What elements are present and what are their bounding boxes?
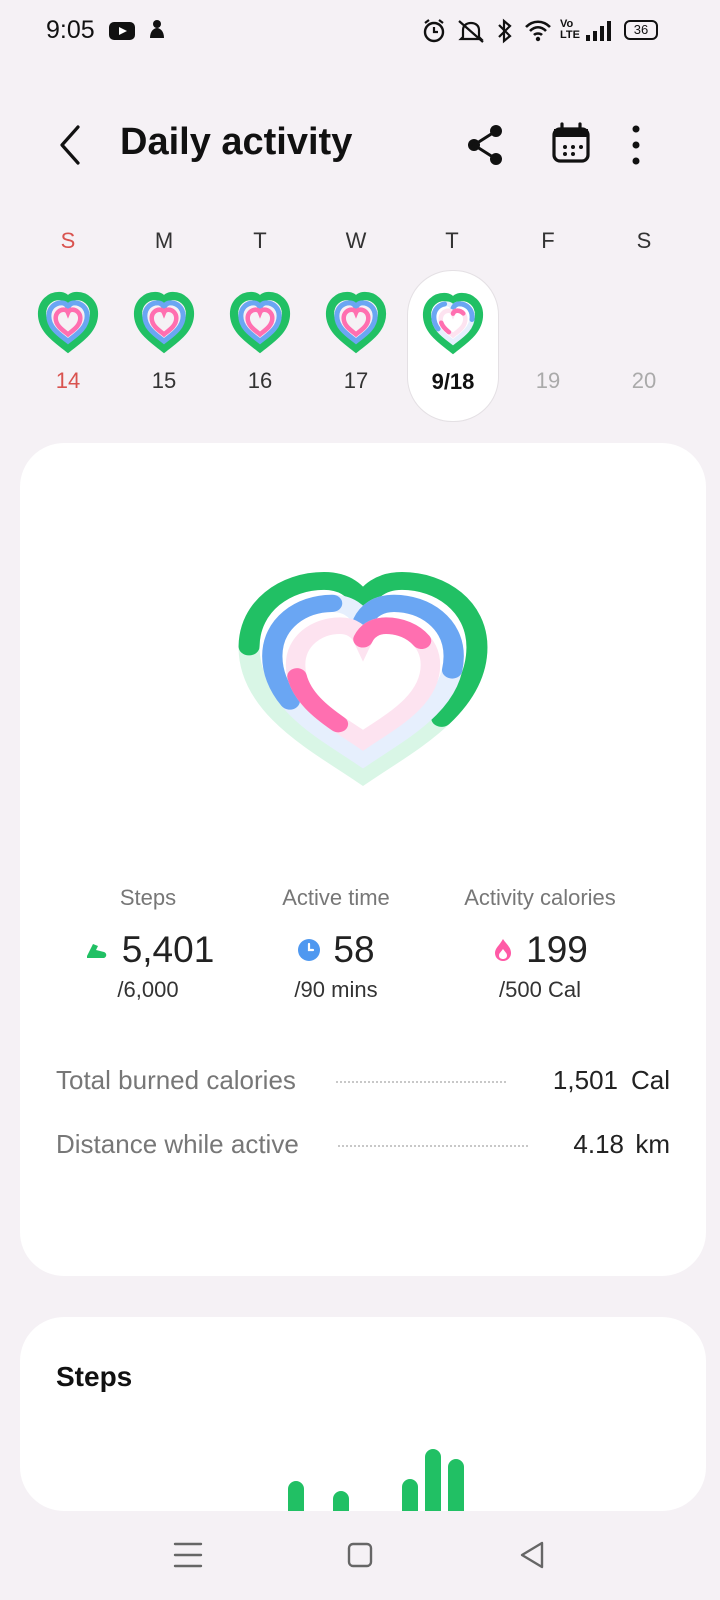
total-burned-row[interactable]: Total burned calories 1,501 Cal [56, 1061, 670, 1101]
day-number: 16 [247, 368, 273, 393]
alarm-icon [423, 19, 445, 43]
calories-goal: /500 Cal [499, 977, 581, 1002]
active-time-label: Active time [282, 885, 390, 910]
steps-stat[interactable]: Steps 5,401 /6,000 [68, 885, 228, 1003]
distance-label: Distance while active [56, 1129, 299, 1159]
total-burned-value: 1,501 [552, 1065, 618, 1095]
day-number: 14 [55, 368, 81, 393]
recent-apps-icon[interactable] [165, 1532, 211, 1578]
distance-row[interactable]: Distance while active 4.18 km [56, 1125, 670, 1165]
day-of-week-label: T [253, 228, 267, 253]
row-divider [336, 1081, 506, 1083]
day-4[interactable]: 9/18 [407, 270, 499, 422]
signal-icon [586, 21, 611, 41]
bluetooth-icon [498, 18, 512, 44]
steps-bar [288, 1481, 304, 1511]
mini-activity-heart-icon [32, 286, 104, 358]
page-title: Daily activity [120, 121, 353, 163]
steps-bar [425, 1449, 441, 1511]
youtube-icon [109, 22, 135, 40]
calories-label: Activity calories [464, 885, 616, 910]
total-burned-label: Total burned calories [56, 1065, 296, 1095]
day-2[interactable]: T 16 [215, 220, 305, 420]
home-icon[interactable] [337, 1532, 383, 1578]
mini-activity-heart-icon [417, 287, 489, 359]
back-icon[interactable] [52, 123, 92, 167]
calendar-icon[interactable] [548, 119, 600, 171]
day-of-week-label: S [60, 228, 76, 253]
share-icon[interactable] [460, 119, 512, 171]
day-5[interactable]: F 19 [503, 220, 593, 420]
more-icon[interactable] [616, 119, 668, 171]
day-number: 19 [535, 368, 561, 393]
day-6[interactable]: S 20 [599, 220, 689, 420]
total-burned-unit: Cal [630, 1065, 670, 1095]
shoe-icon [86, 944, 106, 958]
status-time: 9:05 [46, 16, 95, 44]
distance-value: 4.18 [573, 1129, 624, 1159]
day-number: 17 [343, 368, 369, 393]
steps-bar [448, 1459, 464, 1511]
active-time-goal: /90 mins [294, 977, 378, 1002]
day-of-week-label: W [345, 228, 367, 253]
back-nav-icon[interactable] [510, 1532, 556, 1578]
steps-value: 5,401 [121, 929, 215, 970]
steps-bar [402, 1479, 418, 1511]
distance-unit: km [635, 1129, 670, 1159]
steps-card[interactable]: Steps [20, 1317, 706, 1511]
day-header-selected: T [407, 220, 497, 260]
steps-label: Steps [119, 885, 177, 910]
day-of-week-label: F [541, 228, 555, 253]
notification-icon [150, 20, 164, 38]
steps-goal: /6,000 [117, 977, 179, 1002]
steps-bar-chart [20, 1317, 706, 1511]
row-divider [338, 1145, 528, 1147]
mini-activity-heart-icon [320, 286, 392, 358]
daily-activity-card: Steps 5,401 /6,000 Active time 58 /90 mi… [20, 443, 706, 1276]
navigation-bar [0, 1512, 720, 1600]
week-strip: S 14 M 15 T 16 W 17 T 9/18 F 19 S 20 [0, 220, 720, 422]
day-number: 15 [151, 368, 177, 393]
day-of-week-label: T [445, 228, 459, 253]
flame-icon [495, 939, 512, 961]
steps-bar [333, 1491, 349, 1511]
status-bar: 9:05 Vo LTE 36 [0, 0, 720, 66]
mini-activity-heart-icon [128, 286, 200, 358]
activity-rings-heart [210, 553, 516, 813]
day-3[interactable]: W 17 [311, 220, 401, 420]
mute-icon [458, 20, 484, 43]
day-number: 9/18 [431, 369, 475, 394]
calories-value: 199 [526, 929, 588, 970]
day-1[interactable]: M 15 [119, 220, 209, 420]
battery-icon: 36 [624, 20, 658, 40]
volte-icon: Vo LTE [560, 18, 580, 41]
wifi-icon [525, 20, 551, 42]
active-time-value: 58 [333, 929, 375, 970]
clock-icon [298, 939, 321, 961]
day-0[interactable]: S 14 [23, 220, 113, 420]
day-of-week-label: S [636, 228, 652, 253]
day-of-week-label: M [154, 228, 174, 253]
mini-activity-heart-icon [224, 286, 296, 358]
day-number: 20 [631, 368, 657, 393]
active-time-stat[interactable]: Active time 58 /90 mins [246, 885, 426, 1003]
calories-stat[interactable]: Activity calories 199 /500 Cal [440, 885, 640, 1003]
app-header: Daily activity [0, 105, 720, 185]
